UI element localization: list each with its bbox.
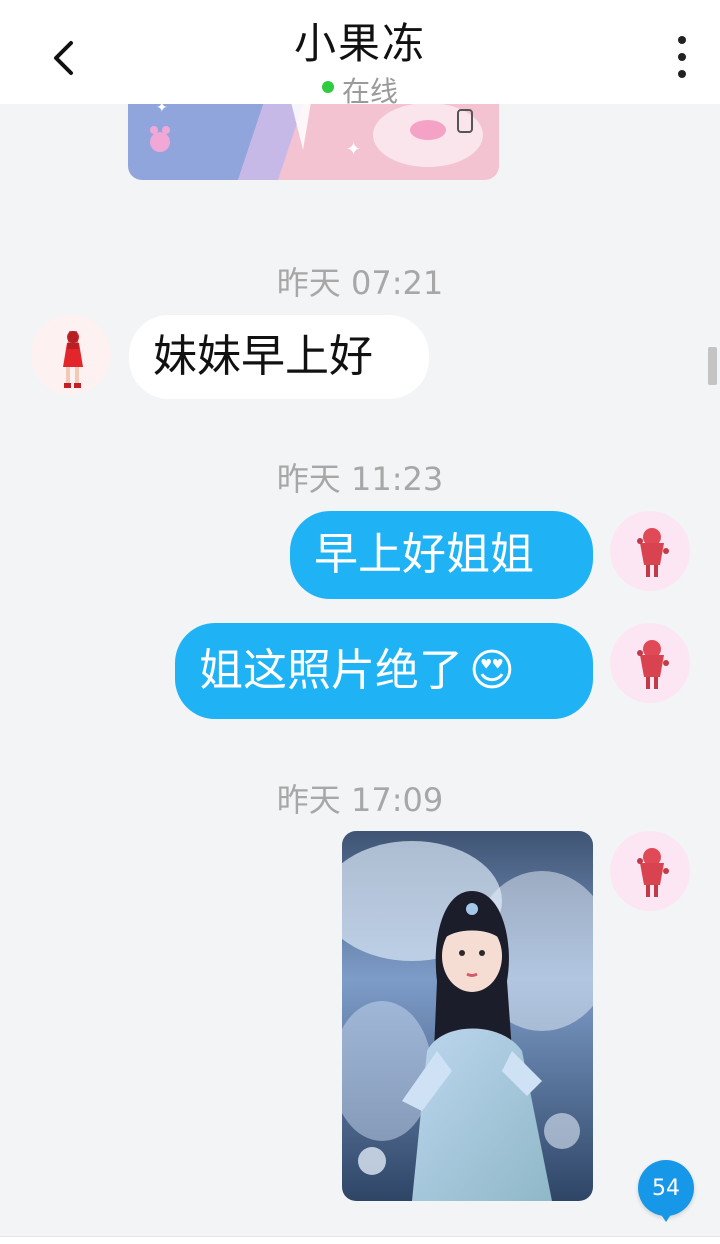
photo-image [342,831,593,1201]
unread-count: 54 [652,1175,680,1201]
my-avatar[interactable] [610,623,690,703]
photo-message[interactable] [342,831,593,1201]
input-bar-edge [0,1236,720,1244]
message-text: 姐这照片绝了 [199,645,463,696]
online-status-label: 在线 [341,75,398,108]
heart-eyes-emoji-icon: 😍 [469,645,515,696]
message-timestamp: 昨天 11:23 [276,460,444,498]
my-avatar[interactable] [610,831,690,911]
avatar-image [610,511,690,591]
contact-avatar[interactable] [31,315,111,395]
contact-name: 小果冻 [293,19,426,68]
avatar-image [610,623,690,703]
outgoing-message-bubble[interactable]: 早上好姐姐 [290,511,593,599]
message-text: 妹妹早上好 [153,331,373,382]
scrollbar-thumb[interactable] [708,347,717,385]
unread-count-badge[interactable]: 54 [638,1160,694,1222]
online-status: 在线 [0,70,720,110]
outgoing-message-bubble[interactable]: 姐这照片绝了 😍 [175,623,593,719]
avatar-image [610,831,690,911]
svg-text:✦: ✦ [346,139,361,160]
incoming-message-bubble[interactable]: 妹妹早上好 [129,315,429,399]
chat-header: 小果冻 在线 [0,0,720,108]
online-dot-icon [321,81,334,93]
avatar-image [31,315,111,395]
message-text: 早上好姐姐 [314,529,534,580]
message-timestamp: 昨天 17:09 [276,781,444,819]
my-avatar[interactable] [610,511,690,591]
chat-screen: ✦ ✦ 小果冻 在线 昨天 07:21 妹妹早上好 昨天 11:23 早上好姐姐… [0,0,720,1244]
vertical-ellipsis-icon [678,36,686,44]
more-options-button[interactable] [670,36,694,78]
message-timestamp: 昨天 07:21 [276,264,444,302]
